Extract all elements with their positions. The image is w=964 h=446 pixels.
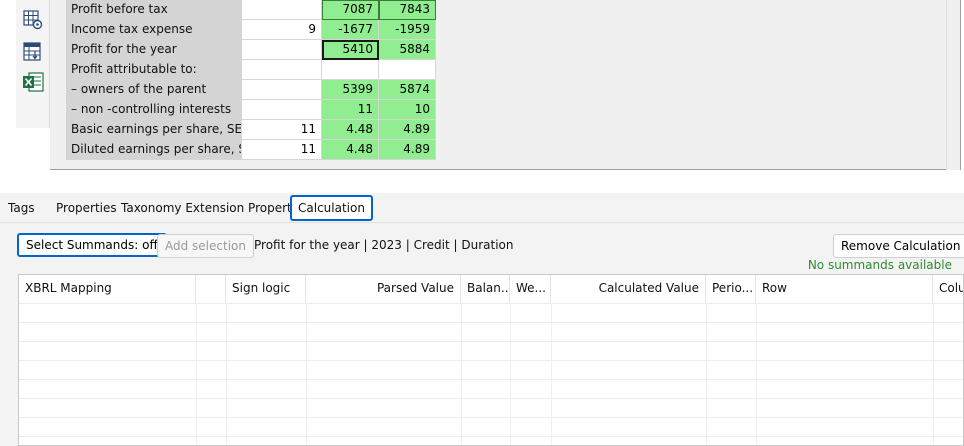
column-header-sign-logic[interactable]: Sign logic [226,275,306,303]
column-divider [551,303,552,445]
grid-row: Profit attributable to: [66,60,436,80]
calculation-pane: Select Summands: off Add selection Profi… [0,223,964,446]
note-cell[interactable]: 11 [242,120,322,140]
calculation-info: Profit for the year | 2023 | Credit | Du… [254,238,514,252]
tab-properties[interactable]: Properties [56,193,117,223]
row-label[interactable]: – non -controlling interests [66,100,242,120]
value-cell[interactable]: 5399 [322,80,379,100]
row-label[interactable]: Basic earnings per share, SEK [66,120,242,140]
column-header-weight[interactable]: We... [510,275,551,303]
table-row [19,360,963,379]
remove-calculation-button[interactable]: Remove Calculation [833,234,964,258]
column-divider [196,303,197,445]
table-row [19,322,963,341]
tab-calculation[interactable]: Calculation [290,195,373,221]
value-cell[interactable]: 5884 [379,40,436,60]
note-cell[interactable] [242,40,322,60]
add-selection-button[interactable]: Add selection [157,234,254,258]
row-label[interactable]: Profit before tax [66,0,242,20]
value-cell[interactable]: 11 [322,100,379,120]
value-cell[interactable]: 4.48 [322,120,379,140]
column-divider [933,303,934,445]
value-cell[interactable]: 4.89 [379,120,436,140]
row-label[interactable]: Profit for the year [66,40,242,60]
table-sort-icon[interactable] [21,40,45,64]
column-header-xbrl-mapping[interactable]: XBRL Mapping [19,275,196,303]
note-cell[interactable] [242,0,322,20]
column-header-column[interactable]: Colu [933,275,963,303]
table-row [19,379,963,398]
row-label[interactable]: Income tax expense [66,20,242,40]
value-cell[interactable]: 5874 [379,80,436,100]
note-cell[interactable] [242,80,322,100]
app-window: Profit before tax 7087 7843 Income tax e… [0,0,964,446]
excel-icon[interactable] [21,70,45,94]
column-divider [706,303,707,445]
column-header-blank[interactable] [196,275,226,303]
grid-row: – non -controlling interests 11 10 [66,100,436,120]
value-cell[interactable]: 7087 [322,0,379,20]
tab-taxonomy-extension-properties[interactable]: Taxonomy Extension Properties [121,193,309,223]
table-row [19,303,963,322]
vertical-scrollbar[interactable] [946,0,960,170]
column-header-balance[interactable]: Balan... [461,275,510,303]
row-label[interactable]: Profit attributable to: [66,60,242,80]
column-divider [226,303,227,445]
column-header-row[interactable]: Row [756,275,933,303]
statement-grid: Profit before tax 7087 7843 Income tax e… [50,0,961,170]
table-row [19,436,963,445]
grid-row: Income tax expense 9 -1677 -1959 [66,20,436,40]
column-divider [510,303,511,445]
grid-row: Profit before tax 7087 7843 [66,0,436,20]
select-summands-button[interactable]: Select Summands: off [17,233,167,257]
note-cell[interactable]: 11 [242,140,322,160]
value-cell[interactable] [322,60,379,80]
note-cell[interactable]: 9 [242,20,322,40]
status-message: No summands available [807,258,952,272]
value-cell[interactable]: 4.89 [379,140,436,160]
column-header-calculated-value[interactable]: Calculated Value [551,275,706,303]
table-settings-icon[interactable] [21,8,45,32]
table-row [19,398,963,417]
value-cell[interactable]: -1959 [379,20,436,40]
grid-row: Diluted earnings per share, S... 11 4.48… [66,140,436,160]
value-cell[interactable] [379,60,436,80]
row-label[interactable]: – owners of the parent [66,80,242,100]
tab-tags[interactable]: Tags [8,193,35,223]
selected-value-cell[interactable]: 5410 [322,40,379,60]
row-label[interactable]: Diluted earnings per share, S... [66,140,242,160]
table-row [19,341,963,360]
column-divider [756,303,757,445]
grid-row: – owners of the parent 5399 5874 [66,80,436,100]
note-cell[interactable] [242,60,322,80]
column-divider [461,303,462,445]
grid-row: Basic earnings per share, SEK 11 4.48 4.… [66,120,436,140]
summands-table: XBRL Mapping Sign logic Parsed Value Bal… [18,274,964,446]
left-toolbar [16,0,50,128]
note-cell[interactable] [242,100,322,120]
column-header-period[interactable]: Perio... [706,275,756,303]
column-header-parsed-value[interactable]: Parsed Value [306,275,461,303]
tab-bar: Tags Properties Taxonomy Extension Prope… [0,193,964,223]
table-row [19,417,963,436]
value-cell[interactable]: -1677 [322,20,379,40]
table-header: XBRL Mapping Sign logic Parsed Value Bal… [19,275,963,303]
value-cell[interactable]: 4.48 [322,140,379,160]
value-cell[interactable]: 7843 [379,0,436,20]
column-divider [306,303,307,445]
value-cell[interactable]: 10 [379,100,436,120]
grid-row: Profit for the year 5410 5884 [66,40,436,60]
